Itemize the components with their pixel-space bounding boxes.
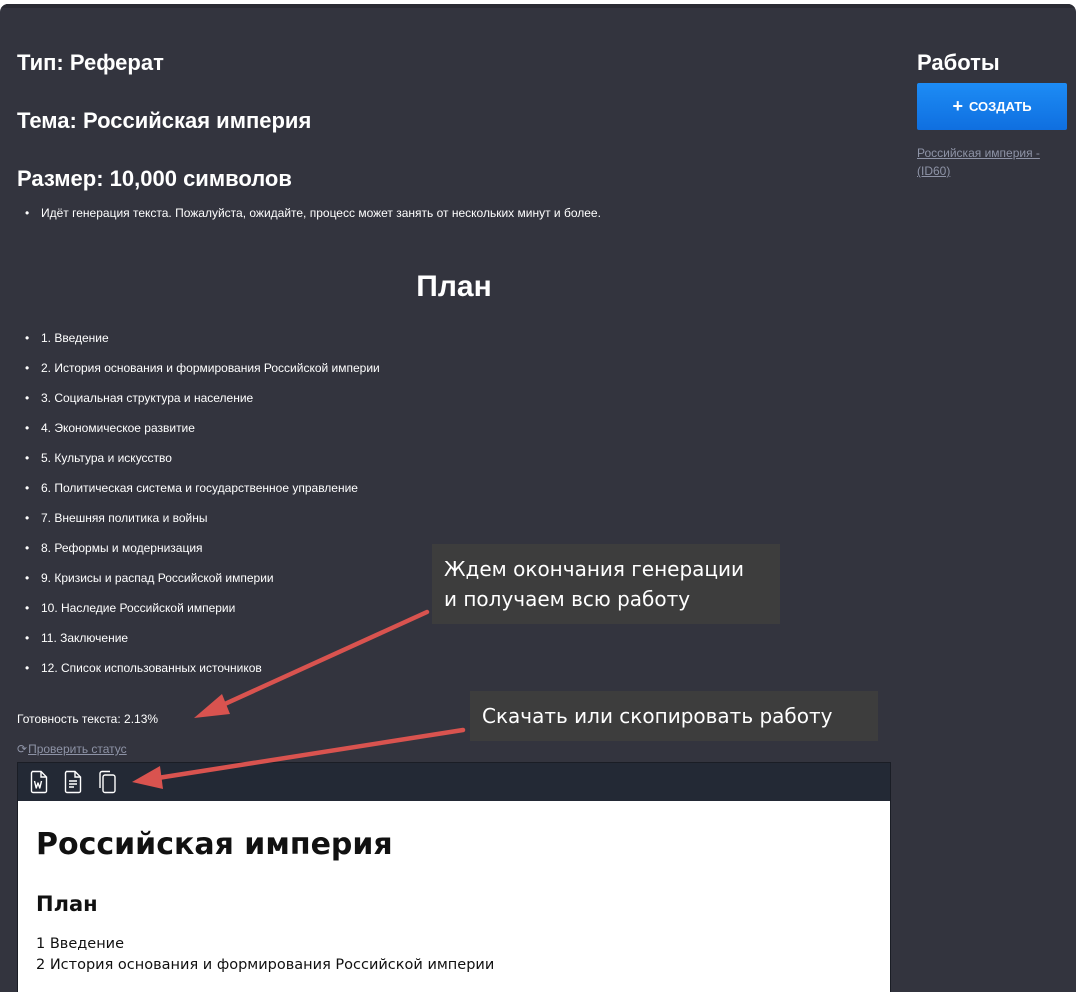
- plan-list: 1. Введение 2. История основания и форми…: [17, 329, 380, 689]
- annotation-callout-download: Скачать или скопировать работу: [470, 691, 878, 741]
- plan-item: 12. Список использованных источников: [17, 659, 380, 689]
- word-download-icon: [30, 770, 48, 794]
- download-word-button[interactable]: [28, 769, 50, 795]
- callout-line: Ждем окончания генерации: [444, 557, 745, 581]
- document-plan-heading: План: [36, 892, 98, 916]
- callout-line: и получаем всю работу: [444, 587, 691, 611]
- text-readiness: Готовность текста: 2.13%: [17, 712, 159, 726]
- plan-item: 10. Наследие Российской империи: [17, 599, 380, 629]
- document-line: 2 История основания и формирования Росси…: [36, 957, 495, 973]
- plus-icon: +: [952, 96, 963, 116]
- document-title: Российская империя: [36, 827, 393, 862]
- check-status-link[interactable]: ⟳Проверить статус: [17, 742, 127, 756]
- plan-item: 7. Внешняя политика и войны: [17, 509, 380, 539]
- create-button[interactable]: + СОЗДАТЬ: [917, 83, 1067, 130]
- plan-item: 6. Политическая система и государственно…: [17, 479, 380, 509]
- plan-item: 4. Экономическое развитие: [17, 419, 380, 449]
- document-line: 1 Введение: [36, 936, 125, 952]
- document-download-icon: [64, 770, 82, 794]
- annotation-callout-generation: Ждем окончания генерации и получаем всю …: [432, 544, 780, 624]
- generation-notice: Идёт генерация текста. Пожалуйста, ожида…: [17, 206, 601, 220]
- plan-item: 9. Кризисы и распад Российской империи: [17, 569, 380, 599]
- frame-top-bar: [0, 4, 1076, 8]
- download-document-button[interactable]: [62, 769, 84, 795]
- plan-item: 1. Введение: [17, 329, 380, 359]
- plan-item: 5. Культура и искусство: [17, 449, 380, 479]
- document-preview: Российская империя План 1 Введение 2 Ист…: [17, 762, 891, 992]
- work-size-heading: Размер: 10,000 символов: [17, 166, 292, 191]
- callout-line: Скачать или скопировать работу: [482, 704, 833, 728]
- generation-notice-list: Идёт генерация текста. Пожалуйста, ожида…: [17, 206, 601, 220]
- refresh-icon: ⟳: [17, 742, 28, 756]
- create-button-label: СОЗДАТЬ: [968, 99, 1032, 114]
- copy-button[interactable]: [96, 769, 118, 795]
- plan-item: 11. Заключение: [17, 629, 380, 659]
- works-title: Работы: [917, 50, 1000, 75]
- work-type-heading: Тип: Реферат: [17, 50, 164, 75]
- plan-heading: План: [416, 270, 492, 303]
- document-toolbar: [18, 763, 890, 801]
- check-status-label: Проверить статус: [28, 742, 127, 756]
- document-body: Российская империя План 1 Введение 2 Ист…: [18, 801, 890, 973]
- work-link[interactable]: Российская империя - (ID60): [917, 144, 1067, 180]
- copy-icon: [99, 770, 116, 794]
- plan-item: 2. История основания и формирования Росс…: [17, 359, 380, 389]
- app-frame: Тип: Реферат Тема: Российская империя Ра…: [0, 4, 1076, 992]
- work-topic-heading: Тема: Российская империя: [17, 108, 312, 133]
- plan-item: 3. Социальная структура и население: [17, 389, 380, 419]
- plan-item: 8. Реформы и модернизация: [17, 539, 380, 569]
